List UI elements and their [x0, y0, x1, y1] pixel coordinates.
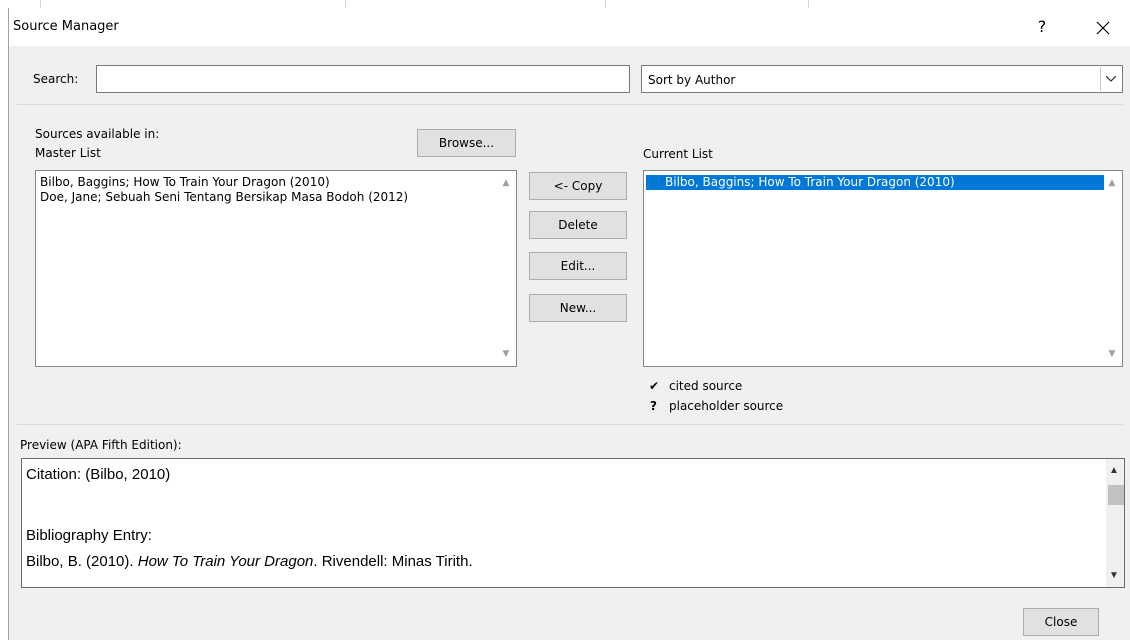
browse-button[interactable]: Browse... — [417, 129, 516, 157]
placeholder-source-label: placeholder source — [669, 399, 784, 413]
grid-line — [605, 0, 606, 8]
bib-title: How To Train Your Dragon — [137, 553, 314, 570]
delete-button[interactable]: Delete — [529, 211, 627, 239]
preview-pane[interactable]: Citation: (Bilbo, 2010) Bibliography Ent… — [21, 458, 1125, 588]
edit-button[interactable]: Edit... — [529, 252, 627, 280]
list-item[interactable]: Bilbo, Baggins; How To Train Your Dragon… — [40, 175, 330, 190]
close-button[interactable]: Close — [1023, 608, 1099, 636]
sort-selected-value: Sort by Author — [648, 73, 736, 87]
current-list[interactable]: Bilbo, Baggins; How To Train Your Dragon… — [643, 170, 1123, 367]
sort-dropdown[interactable]: Sort by Author — [641, 65, 1123, 93]
scroll-down-icon[interactable]: ▼ — [500, 348, 512, 360]
cited-source-label: cited source — [669, 379, 743, 393]
scroll-down-icon[interactable]: ▼ — [1109, 570, 1119, 581]
grid-line — [40, 0, 41, 8]
question-icon: ? — [650, 399, 657, 413]
chevron-down-icon[interactable] — [1100, 67, 1121, 91]
scroll-down-icon[interactable]: ▼ — [1106, 348, 1118, 360]
bibliography-heading: Bibliography Entry: — [26, 527, 152, 544]
check-icon: ✔ — [649, 379, 660, 393]
dialog-title: Source Manager — [13, 19, 119, 34]
list-item-selected[interactable]: Bilbo, Baggins; How To Train Your Dragon… — [646, 175, 1104, 190]
preview-scrollbar[interactable]: ▲ ▼ — [1106, 459, 1124, 587]
bibliography-entry: Bilbo, B. (2010). How To Train Your Drag… — [26, 553, 473, 570]
scrollbar-thumb[interactable] — [1108, 485, 1124, 505]
title-bar: Source Manager ? — [9, 8, 1130, 46]
master-list-label-line2: Master List — [35, 146, 101, 160]
close-icon[interactable] — [1083, 12, 1123, 42]
bib-prefix: Bilbo, B. (2010). — [26, 553, 138, 570]
master-list[interactable]: Bilbo, Baggins; How To Train Your Dragon… — [35, 170, 517, 367]
grid-line — [808, 0, 809, 8]
source-manager-dialog: Source Manager ? Search: Sort by Author … — [8, 8, 1130, 640]
new-button[interactable]: New... — [529, 294, 627, 322]
scroll-up-icon[interactable]: ▲ — [1106, 177, 1118, 189]
master-list-label-line1: Sources available in: — [35, 127, 160, 141]
help-button[interactable]: ? — [1027, 12, 1057, 42]
citation-text: Citation: (Bilbo, 2010) — [26, 466, 171, 483]
preview-label: Preview (APA Fifth Edition): — [20, 438, 182, 452]
divider — [17, 424, 1123, 425]
divider — [17, 104, 1123, 105]
scroll-up-icon[interactable]: ▲ — [500, 177, 512, 189]
search-label: Search: — [33, 72, 79, 86]
background-document-strip — [0, 0, 1130, 8]
scroll-up-icon[interactable]: ▲ — [1109, 465, 1119, 476]
list-item[interactable]: Doe, Jane; Sebuah Seni Tentang Bersikap … — [40, 190, 408, 205]
grid-line — [345, 0, 346, 8]
copy-button[interactable]: <- Copy — [529, 172, 627, 200]
bib-suffix: . Rivendell: Minas Tirith. — [313, 553, 473, 570]
search-input[interactable] — [96, 65, 630, 93]
current-list-label: Current List — [643, 147, 713, 161]
